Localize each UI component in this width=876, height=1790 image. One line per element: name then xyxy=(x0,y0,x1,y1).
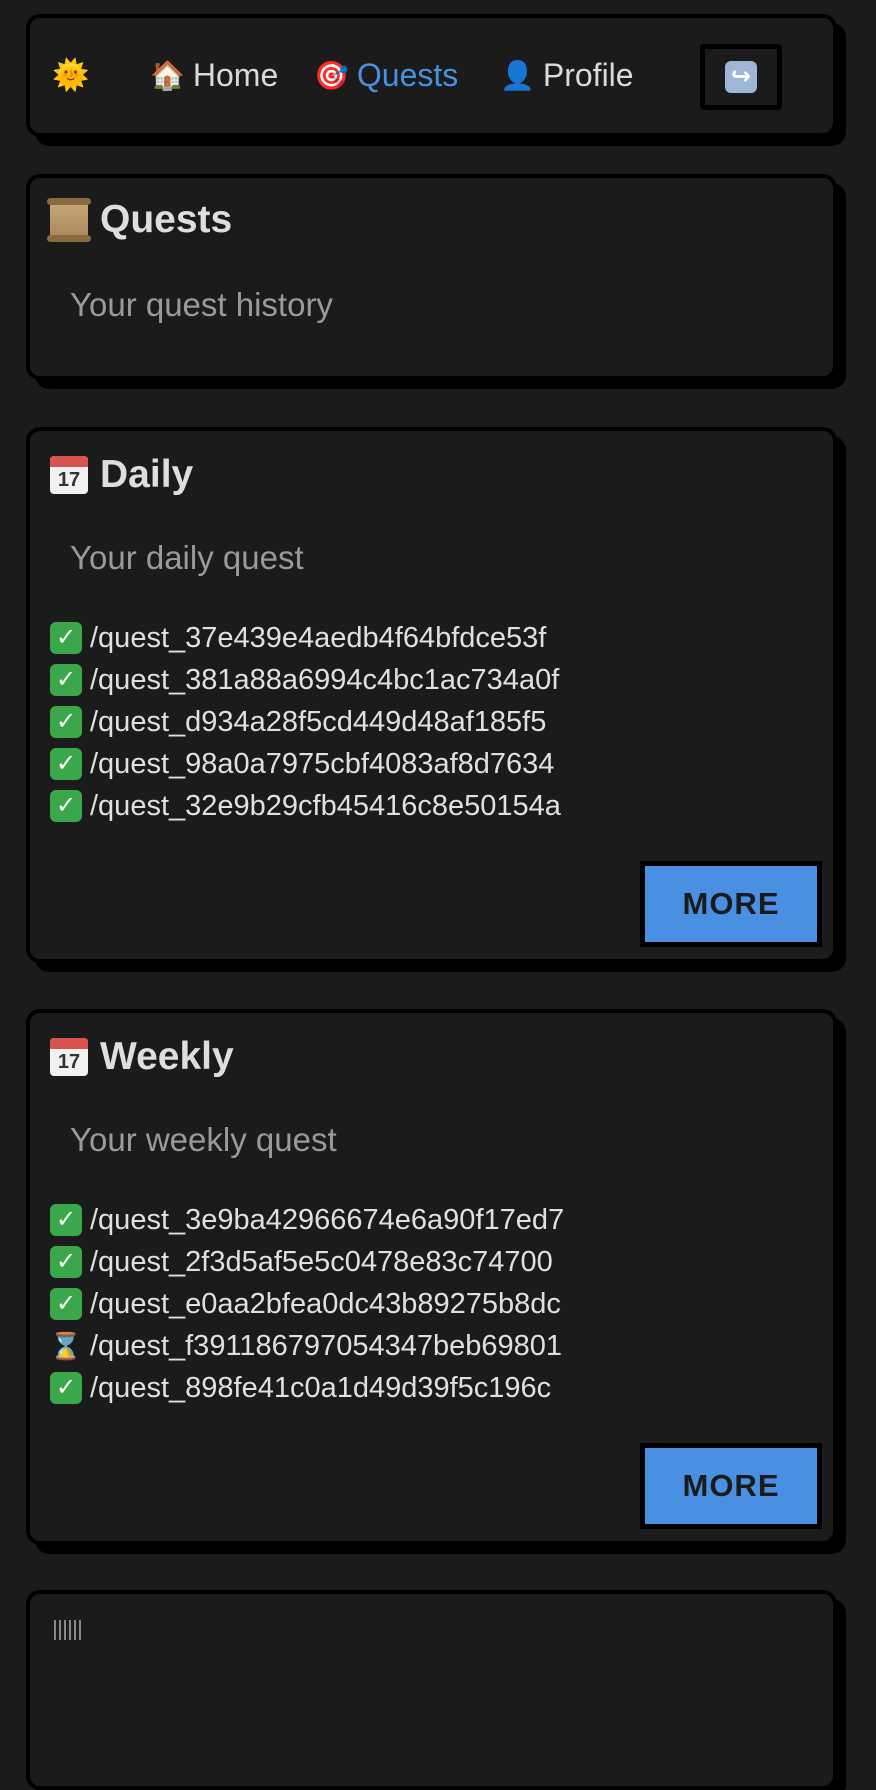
sun-icon[interactable]: 🌞 xyxy=(52,18,89,133)
quest-name: /quest_3e9ba42966674e6a90f17ed7 xyxy=(90,1203,565,1236)
check-mark-icon: ✓ xyxy=(50,1246,82,1278)
quest-list-item[interactable]: ✓/quest_32e9b29cfb45416c8e50154a xyxy=(50,785,561,827)
quest-list-item[interactable]: ✓/quest_d934a28f5cd449d48af185f5 xyxy=(50,701,561,743)
check-mark-icon: ✓ xyxy=(50,706,82,738)
nav-home-label: Home xyxy=(192,57,279,93)
check-mark-icon: ✓ xyxy=(50,790,82,822)
quest-name: /quest_e0aa2bfea0dc43b89275b8dc xyxy=(90,1287,561,1320)
quest-list-item[interactable]: ✓/quest_98a0a7975cbf4083af8d7634 xyxy=(50,743,561,785)
quest-name: /quest_37e439e4aedb4f64bfdce53f xyxy=(90,621,547,654)
daily-title-text: Daily xyxy=(100,453,194,496)
check-mark-icon: ✓ xyxy=(50,1288,82,1320)
quest-name: /quest_32e9b29cfb45416c8e50154a xyxy=(90,789,561,822)
calendar-icon: 17 xyxy=(50,456,88,494)
check-mark-icon: ✓ xyxy=(50,664,82,696)
weekly-quest-list: ✓/quest_3e9ba42966674e6a90f17ed7 ✓/quest_… xyxy=(50,1199,564,1409)
quest-list-item[interactable]: ⌛/quest_f391186797054347beb69801 xyxy=(50,1325,564,1367)
daily-title: 17 Daily xyxy=(50,453,193,497)
nav-profile-label: Profile xyxy=(542,57,634,93)
scroll-icon xyxy=(47,198,91,242)
check-mark-icon: ✓ xyxy=(50,748,82,780)
quest-list-item[interactable]: ✓/quest_3e9ba42966674e6a90f17ed7 xyxy=(50,1199,564,1241)
quest-name: /quest_f391186797054347beb69801 xyxy=(90,1329,562,1362)
quest-name: /quest_2f3d5af5e5c0478e83c74700 xyxy=(90,1245,553,1278)
top-navigation: 🌞 🏠 Home 🎯 Quests 👤 Profile ↪ xyxy=(26,14,837,137)
next-quest-card xyxy=(26,1590,837,1790)
nav-profile[interactable]: 👤 Profile xyxy=(500,18,634,133)
nav-quests[interactable]: 🎯 Quests xyxy=(314,18,458,133)
quest-list-item[interactable]: ✓/quest_37e439e4aedb4f64bfdce53f xyxy=(50,617,561,659)
page-subtitle: Your quest history xyxy=(70,286,333,323)
house-icon: 🏠 xyxy=(150,60,185,91)
calendar-icon: 17 xyxy=(50,1038,88,1076)
quest-list-item[interactable]: ✓/quest_898fe41c0a1d49d39f5c196c xyxy=(50,1367,564,1409)
return-arrow-icon: ↪ xyxy=(725,61,757,93)
card-icon xyxy=(54,1620,84,1640)
quest-list-item[interactable]: ✓/quest_381a88a6994c4bc1ac734a0f xyxy=(50,659,561,701)
target-icon: 🎯 xyxy=(314,60,349,91)
quest-name: /quest_98a0a7975cbf4083af8d7634 xyxy=(90,747,555,780)
page-title-text: Quests xyxy=(100,198,233,241)
weekly-more-button[interactable]: MORE xyxy=(640,1443,822,1529)
hourglass-icon: ⌛ xyxy=(49,1330,83,1361)
quests-header-card: Quests Your quest history xyxy=(26,174,837,380)
weekly-subtitle: Your weekly quest xyxy=(70,1121,337,1158)
nav-quests-label: Quests xyxy=(356,57,459,93)
daily-quest-list: ✓/quest_37e439e4aedb4f64bfdce53f ✓/quest_… xyxy=(50,617,561,827)
quest-name: /quest_d934a28f5cd449d48af185f5 xyxy=(90,705,547,738)
check-mark-icon: ✓ xyxy=(50,1204,82,1236)
daily-more-button[interactable]: MORE xyxy=(640,861,822,947)
check-mark-icon: ✓ xyxy=(50,622,82,654)
page-title: Quests xyxy=(47,198,233,242)
quest-name: /quest_381a88a6994c4bc1ac734a0f xyxy=(90,663,560,696)
weekly-title-text: Weekly xyxy=(100,1035,234,1078)
daily-subtitle: Your daily quest xyxy=(70,539,304,576)
daily-quest-card: 17 Daily Your daily quest ✓/quest_37e439… xyxy=(26,427,837,963)
weekly-title: 17 Weekly xyxy=(50,1035,234,1079)
weekly-quest-card: 17 Weekly Your weekly quest ✓/quest_3e9b… xyxy=(26,1009,837,1545)
person-icon: 👤 xyxy=(500,60,535,91)
quest-list-item[interactable]: ✓/quest_e0aa2bfea0dc43b89275b8dc xyxy=(50,1283,564,1325)
logout-button[interactable]: ↪ xyxy=(700,44,782,110)
quest-name: /quest_898fe41c0a1d49d39f5c196c xyxy=(90,1371,552,1404)
quest-list-item[interactable]: ✓/quest_2f3d5af5e5c0478e83c74700 xyxy=(50,1241,564,1283)
nav-home[interactable]: 🏠 Home xyxy=(150,18,278,133)
check-mark-icon: ✓ xyxy=(50,1372,82,1404)
